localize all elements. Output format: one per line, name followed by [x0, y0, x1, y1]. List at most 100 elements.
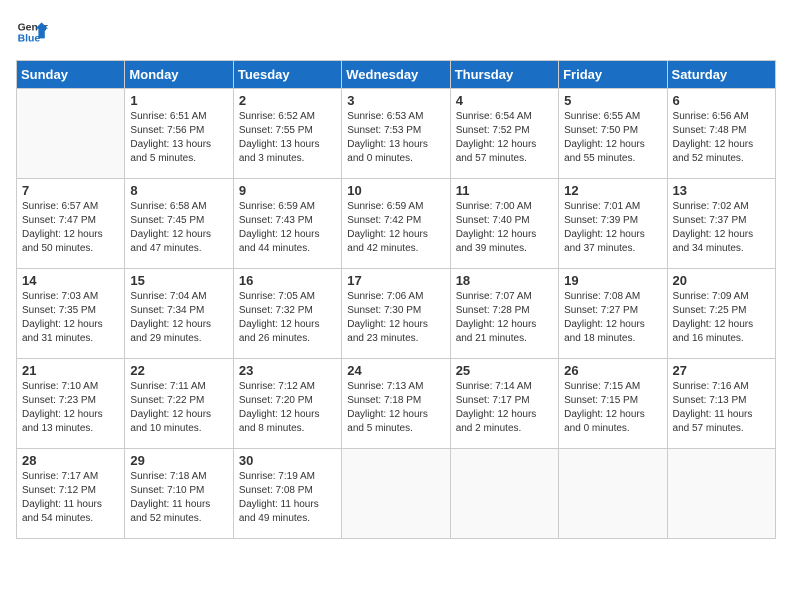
- day-number: 19: [564, 273, 661, 288]
- day-number: 5: [564, 93, 661, 108]
- day-number: 24: [347, 363, 444, 378]
- weekday-header-row: SundayMondayTuesdayWednesdayThursdayFrid…: [17, 61, 776, 89]
- day-number: 27: [673, 363, 770, 378]
- calendar-cell: [559, 449, 667, 539]
- day-info: Sunrise: 6:52 AMSunset: 7:55 PMDaylight:…: [239, 110, 336, 166]
- week-row-5: 28 Sunrise: 7:17 AMSunset: 7:12 PMDayligh…: [17, 449, 776, 539]
- calendar-cell: 19 Sunrise: 7:08 AMSunset: 7:27 PMDayligh…: [559, 269, 667, 359]
- day-number: 11: [456, 183, 553, 198]
- calendar-table: SundayMondayTuesdayWednesdayThursdayFrid…: [16, 60, 776, 539]
- calendar-cell: 29 Sunrise: 7:18 AMSunset: 7:10 PMDayligh…: [125, 449, 233, 539]
- calendar-cell: 16 Sunrise: 7:05 AMSunset: 7:32 PMDayligh…: [233, 269, 341, 359]
- calendar-cell: 3Sunrise: 6:53 AMSunset: 7:53 PMDaylight…: [342, 89, 450, 179]
- calendar-cell: 2 Sunrise: 6:52 AMSunset: 7:55 PMDaylight…: [233, 89, 341, 179]
- day-number: 28: [22, 453, 119, 468]
- day-number: 7: [22, 183, 119, 198]
- day-number: 16: [239, 273, 336, 288]
- day-info: Sunrise: 7:07 AMSunset: 7:28 PMDaylight:…: [456, 290, 553, 346]
- day-number: 20: [673, 273, 770, 288]
- day-info: Sunrise: 7:15 AMSunset: 7:15 PMDaylight:…: [564, 380, 661, 436]
- day-number: 8: [130, 183, 227, 198]
- day-info: Sunrise: 7:17 AMSunset: 7:12 PMDaylight:…: [22, 470, 119, 526]
- week-row-3: 14Sunrise: 7:03 AMSunset: 7:35 PMDayligh…: [17, 269, 776, 359]
- day-info: Sunrise: 7:02 AMSunset: 7:37 PMDaylight:…: [673, 200, 770, 256]
- day-info: Sunrise: 7:12 AMSunset: 7:20 PMDaylight:…: [239, 380, 336, 436]
- calendar-cell: [450, 449, 558, 539]
- day-info: Sunrise: 7:19 AMSunset: 7:08 PMDaylight:…: [239, 470, 336, 526]
- week-row-4: 21 Sunrise: 7:10 AMSunset: 7:23 PMDayligh…: [17, 359, 776, 449]
- day-info: Sunrise: 6:57 AMSunset: 7:47 PMDaylight:…: [22, 200, 119, 256]
- weekday-header-wednesday: Wednesday: [342, 61, 450, 89]
- calendar-cell: [342, 449, 450, 539]
- day-info: Sunrise: 6:54 AMSunset: 7:52 PMDaylight:…: [456, 110, 553, 166]
- calendar-cell: 14Sunrise: 7:03 AMSunset: 7:35 PMDayligh…: [17, 269, 125, 359]
- day-info: Sunrise: 7:18 AMSunset: 7:10 PMDaylight:…: [130, 470, 227, 526]
- day-info: Sunrise: 6:58 AMSunset: 7:45 PMDaylight:…: [130, 200, 227, 256]
- calendar-cell: 5Sunrise: 6:55 AMSunset: 7:50 PMDaylight…: [559, 89, 667, 179]
- day-number: 26: [564, 363, 661, 378]
- calendar-cell: 20 Sunrise: 7:09 AMSunset: 7:25 PMDayligh…: [667, 269, 775, 359]
- day-number: 6: [673, 93, 770, 108]
- svg-text:Blue: Blue: [18, 34, 41, 45]
- calendar-cell: [17, 89, 125, 179]
- day-number: 17: [347, 273, 444, 288]
- weekday-header-thursday: Thursday: [450, 61, 558, 89]
- day-info: Sunrise: 7:10 AMSunset: 7:23 PMDaylight:…: [22, 380, 119, 436]
- weekday-header-monday: Monday: [125, 61, 233, 89]
- day-info: Sunrise: 7:08 AMSunset: 7:27 PMDaylight:…: [564, 290, 661, 346]
- day-info: Sunrise: 7:01 AMSunset: 7:39 PMDaylight:…: [564, 200, 661, 256]
- week-row-1: 1Sunrise: 6:51 AMSunset: 7:56 PMDaylight…: [17, 89, 776, 179]
- day-number: 25: [456, 363, 553, 378]
- day-info: Sunrise: 7:00 AMSunset: 7:40 PMDaylight:…: [456, 200, 553, 256]
- calendar-cell: [667, 449, 775, 539]
- weekday-header-saturday: Saturday: [667, 61, 775, 89]
- calendar-cell: 22 Sunrise: 7:11 AMSunset: 7:22 PMDayligh…: [125, 359, 233, 449]
- day-number: 15: [130, 273, 227, 288]
- calendar-cell: 8 Sunrise: 6:58 AMSunset: 7:45 PMDaylight…: [125, 179, 233, 269]
- day-info: Sunrise: 7:09 AMSunset: 7:25 PMDaylight:…: [673, 290, 770, 346]
- header: General Blue: [16, 16, 776, 48]
- logo-icon: General Blue: [16, 16, 48, 48]
- calendar-cell: 9Sunrise: 6:59 AMSunset: 7:43 PMDaylight…: [233, 179, 341, 269]
- calendar-cell: 10 Sunrise: 6:59 AMSunset: 7:42 PMDayligh…: [342, 179, 450, 269]
- day-number: 30: [239, 453, 336, 468]
- calendar-cell: 15 Sunrise: 7:04 AMSunset: 7:34 PMDayligh…: [125, 269, 233, 359]
- day-info: Sunrise: 7:16 AMSunset: 7:13 PMDaylight:…: [673, 380, 770, 436]
- day-info: Sunrise: 7:13 AMSunset: 7:18 PMDaylight:…: [347, 380, 444, 436]
- day-info: Sunrise: 7:05 AMSunset: 7:32 PMDaylight:…: [239, 290, 336, 346]
- logo: General Blue: [16, 16, 48, 48]
- day-info: Sunrise: 7:04 AMSunset: 7:34 PMDaylight:…: [130, 290, 227, 346]
- day-info: Sunrise: 6:56 AMSunset: 7:48 PMDaylight:…: [673, 110, 770, 166]
- weekday-header-sunday: Sunday: [17, 61, 125, 89]
- calendar-cell: 1Sunrise: 6:51 AMSunset: 7:56 PMDaylight…: [125, 89, 233, 179]
- day-info: Sunrise: 6:59 AMSunset: 7:43 PMDaylight:…: [239, 200, 336, 256]
- day-number: 1: [130, 93, 227, 108]
- day-number: 2: [239, 93, 336, 108]
- day-number: 3: [347, 93, 444, 108]
- calendar-cell: 26 Sunrise: 7:15 AMSunset: 7:15 PMDayligh…: [559, 359, 667, 449]
- calendar-cell: 30 Sunrise: 7:19 AMSunset: 7:08 PMDayligh…: [233, 449, 341, 539]
- day-info: Sunrise: 7:11 AMSunset: 7:22 PMDaylight:…: [130, 380, 227, 436]
- calendar-cell: 4Sunrise: 6:54 AMSunset: 7:52 PMDaylight…: [450, 89, 558, 179]
- day-number: 21: [22, 363, 119, 378]
- day-number: 29: [130, 453, 227, 468]
- calendar-cell: 12 Sunrise: 7:01 AMSunset: 7:39 PMDayligh…: [559, 179, 667, 269]
- calendar-cell: 27 Sunrise: 7:16 AMSunset: 7:13 PMDayligh…: [667, 359, 775, 449]
- day-number: 12: [564, 183, 661, 198]
- day-info: Sunrise: 7:06 AMSunset: 7:30 PMDaylight:…: [347, 290, 444, 346]
- week-row-2: 7 Sunrise: 6:57 AMSunset: 7:47 PMDaylight…: [17, 179, 776, 269]
- calendar-cell: 11 Sunrise: 7:00 AMSunset: 7:40 PMDayligh…: [450, 179, 558, 269]
- day-number: 10: [347, 183, 444, 198]
- calendar-cell: 23 Sunrise: 7:12 AMSunset: 7:20 PMDayligh…: [233, 359, 341, 449]
- day-info: Sunrise: 6:59 AMSunset: 7:42 PMDaylight:…: [347, 200, 444, 256]
- calendar-cell: 24 Sunrise: 7:13 AMSunset: 7:18 PMDayligh…: [342, 359, 450, 449]
- calendar-cell: 21 Sunrise: 7:10 AMSunset: 7:23 PMDayligh…: [17, 359, 125, 449]
- calendar-cell: 7 Sunrise: 6:57 AMSunset: 7:47 PMDaylight…: [17, 179, 125, 269]
- calendar-cell: 6 Sunrise: 6:56 AMSunset: 7:48 PMDaylight…: [667, 89, 775, 179]
- day-number: 23: [239, 363, 336, 378]
- calendar-cell: 17 Sunrise: 7:06 AMSunset: 7:30 PMDayligh…: [342, 269, 450, 359]
- day-number: 22: [130, 363, 227, 378]
- day-number: 13: [673, 183, 770, 198]
- day-info: Sunrise: 7:14 AMSunset: 7:17 PMDaylight:…: [456, 380, 553, 436]
- weekday-header-tuesday: Tuesday: [233, 61, 341, 89]
